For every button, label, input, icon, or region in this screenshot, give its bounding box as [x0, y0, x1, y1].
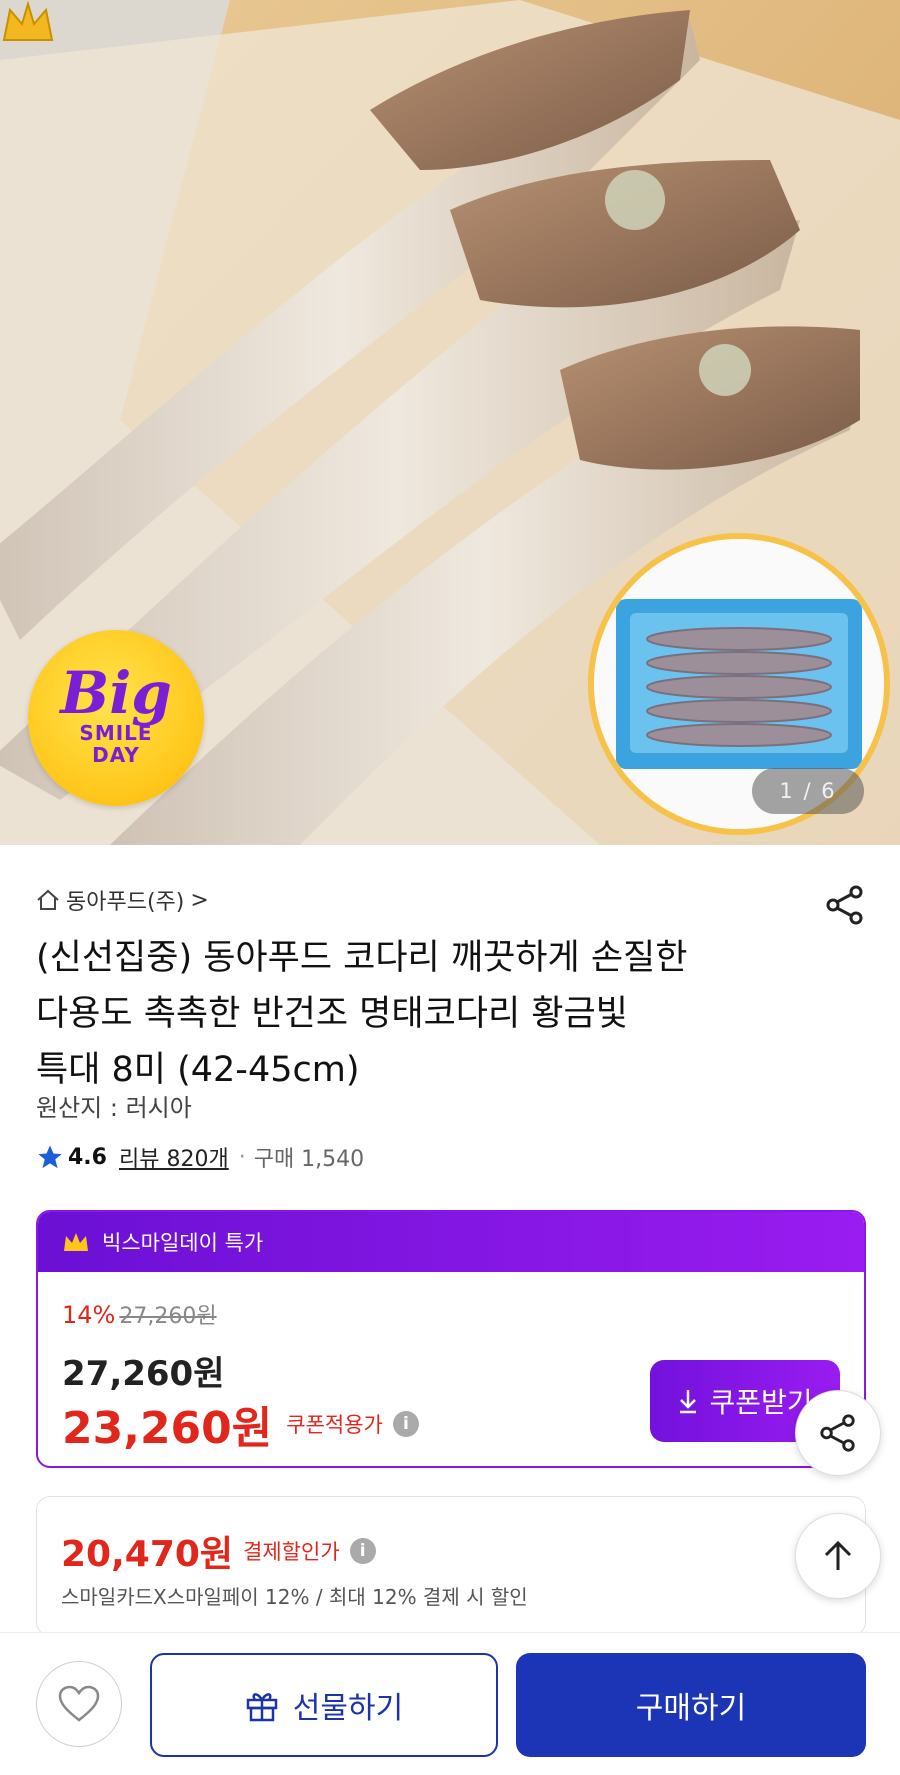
buy-button[interactable]: 구매하기 — [516, 1653, 866, 1757]
title-line-1: (신선집중) 동아푸드 코다리 깨끗하게 손질한 — [36, 938, 688, 978]
gift-button[interactable]: 선물하기 — [150, 1653, 498, 1757]
arrow-up-icon — [824, 1540, 852, 1570]
buy-label: 구매하기 — [635, 1691, 747, 1726]
info-icon[interactable]: i — [349, 1538, 376, 1564]
original-price: 27,260원 — [119, 1304, 217, 1329]
get-coupon-label: 쿠폰받기 — [709, 1386, 813, 1419]
product-image-carousel[interactable]: Big SMILE DAY 1 / 6 — [0, 0, 900, 845]
rating-value: 4.6 — [68, 1144, 107, 1170]
badge-day-text: DAY — [92, 743, 140, 767]
separator-dot: · — [238, 1144, 246, 1170]
bottom-action-bar: 선물하기 구매하기 — [0, 1632, 900, 1775]
star-icon — [38, 1145, 62, 1169]
seller-name: 동아푸드(주) — [66, 890, 185, 915]
badge-big-text: Big — [60, 659, 172, 727]
info-icon[interactable]: i — [392, 1411, 419, 1437]
gift-icon — [246, 1693, 278, 1722]
deal-price-box: 빅스마일데이 특가 14% 27,260원 27,260원 23,260원 쿠폰… — [36, 1210, 866, 1468]
download-icon — [680, 1390, 697, 1414]
wishlist-button[interactable] — [36, 1661, 122, 1747]
share-icon — [820, 1414, 855, 1452]
deal-header-label: 빅스마일데이 특가 — [102, 1231, 264, 1255]
payment-discount-note: 스마일카드X스마일페이 12% / 최대 12% 결제 시 할인 — [61, 1585, 528, 1609]
badge-smile-text: SMILE — [79, 721, 153, 745]
image-counter: 1 / 6 — [752, 768, 864, 814]
big-smile-day-badge: Big SMILE DAY — [28, 630, 204, 806]
payment-discount-label: 결제할인가 — [243, 1540, 340, 1564]
reviews-link[interactable]: 리뷰 820개 — [119, 1141, 229, 1173]
seller-link[interactable]: 동아푸드(주) > — [36, 884, 209, 916]
coupon-price-label: 쿠폰적용가 — [286, 1413, 383, 1437]
title-line-2: 다용도 촉촉한 반건조 명태코다리 황금빛 — [36, 994, 628, 1034]
payment-discount-box: 20,470원 결제할인가 i 스마일카드X스마일페이 12% / 최대 12%… — [36, 1496, 866, 1636]
crown-decoration-icon — [2, 0, 54, 41]
deal-header: 빅스마일데이 특가 — [38, 1212, 864, 1272]
crown-icon — [64, 1233, 88, 1251]
payment-price-row: 20,470원 결제할인가 i — [61, 1525, 376, 1577]
rating-row: 4.6 리뷰 820개 · 구매 1,540 — [36, 1141, 364, 1173]
gift-label: 선물하기 — [292, 1691, 404, 1726]
heart-icon — [58, 1685, 100, 1722]
payment-discount-price: 20,470원 — [61, 1534, 234, 1575]
coupon-price-row: 23,260원 쿠폰적용가 i — [62, 1392, 419, 1456]
coupon-price: 23,260원 — [62, 1403, 273, 1454]
discount-rate: 14% — [62, 1301, 116, 1329]
sale-price: 27,260원 — [62, 1354, 225, 1394]
floating-share-button[interactable] — [795, 1390, 881, 1476]
discount-row: 14% 27,260원 — [62, 1298, 217, 1330]
product-title: (신선집중) 동아푸드 코다리 깨끗하게 손질한 다용도 촉촉한 반건조 명태코… — [36, 930, 836, 1098]
share-icon[interactable] — [824, 884, 866, 926]
chevron-right-icon: > — [190, 887, 209, 913]
purchase-count: 구매 1,540 — [253, 1147, 365, 1172]
product-origin: 원산지 : 러시아 — [36, 1094, 192, 1122]
scroll-to-top-button[interactable] — [795, 1513, 881, 1599]
home-icon — [37, 889, 59, 910]
